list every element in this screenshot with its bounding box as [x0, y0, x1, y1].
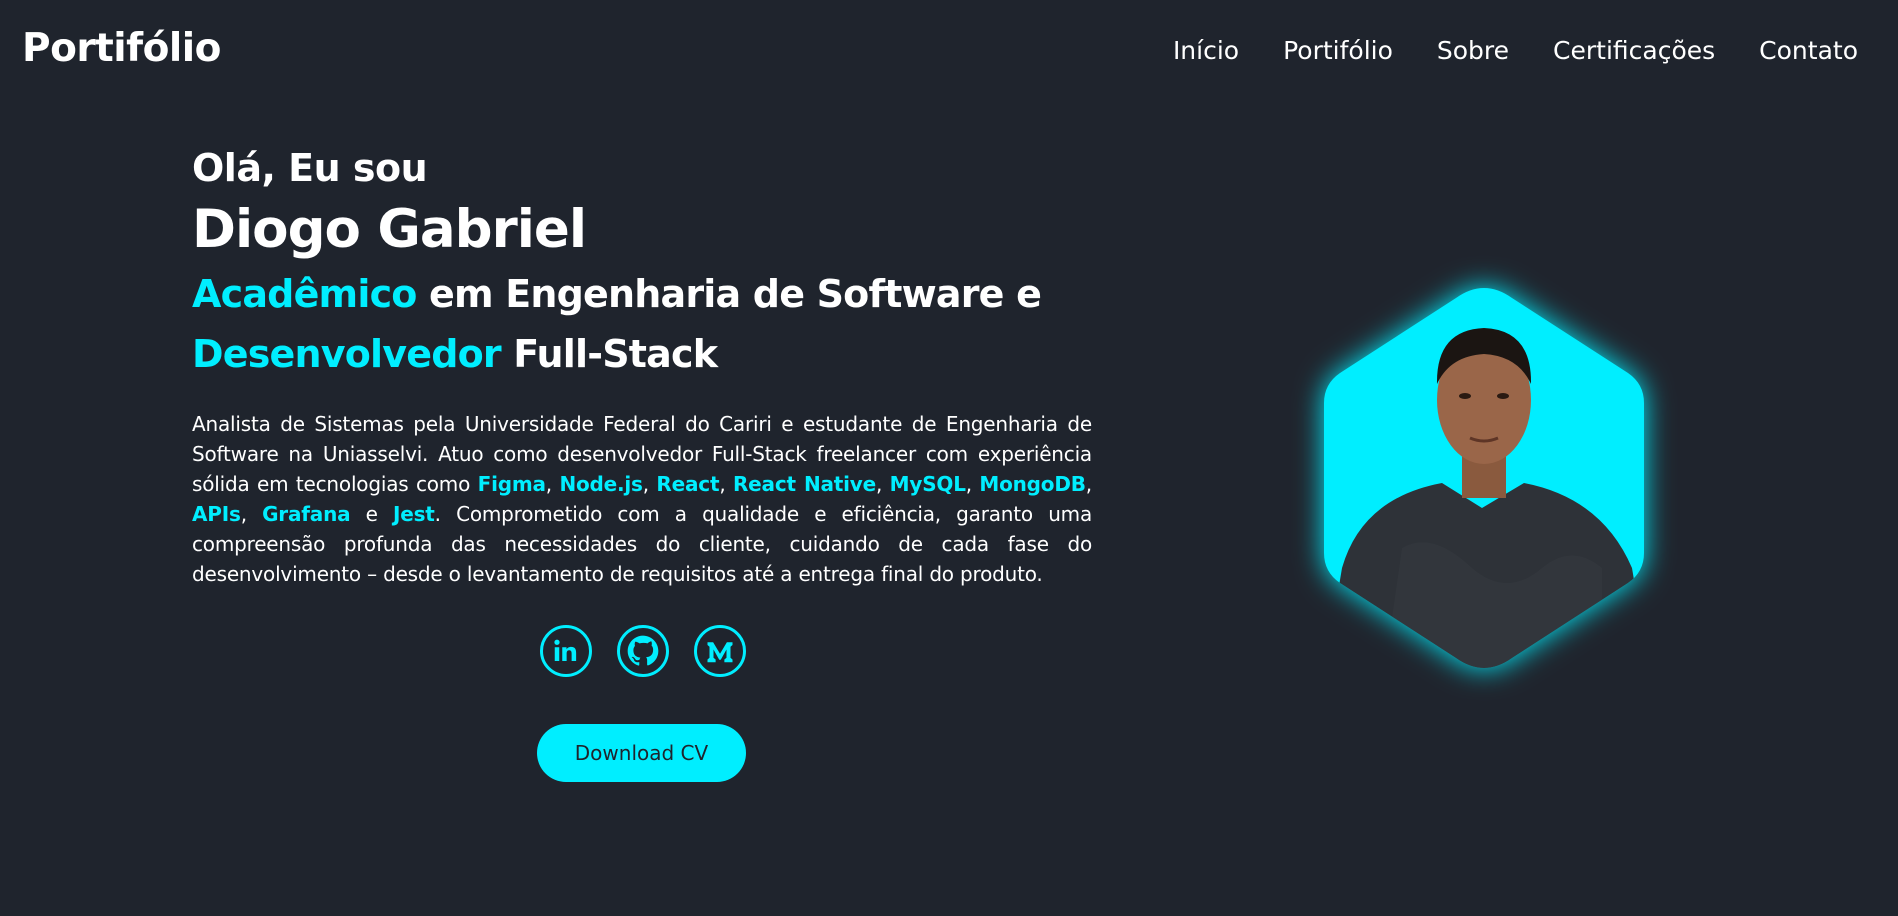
site-header: Portifólio Início Portifólio Sobre Certi…	[0, 0, 1898, 104]
separator: ,	[545, 472, 560, 496]
greeting: Olá, Eu sou	[192, 146, 428, 190]
separator-and: e	[350, 502, 393, 526]
nav-item-certificacoes[interactable]: Certificações	[1553, 36, 1715, 65]
separator: ,	[876, 472, 890, 496]
separator: ,	[719, 472, 733, 496]
linkedin-link[interactable]	[540, 625, 592, 677]
role-line-1: Acadêmico em Engenharia de Software e	[192, 264, 1092, 324]
tech-jest: Jest	[393, 502, 435, 526]
role-accent-1: Acadêmico	[192, 272, 417, 316]
tech-figma: Figma	[477, 472, 546, 496]
github-link[interactable]	[617, 625, 669, 677]
separator: ,	[642, 472, 657, 496]
medium-link[interactable]	[694, 625, 746, 677]
nav-item-sobre[interactable]: Sobre	[1437, 36, 1509, 65]
nav-item-contato[interactable]: Contato	[1759, 36, 1858, 65]
tech-react-native: React Native	[732, 472, 876, 496]
separator: ,	[240, 502, 263, 526]
profile-photo	[1324, 288, 1644, 668]
role-rest-1: em Engenharia de Software e	[416, 272, 1042, 316]
role-accent-2: Desenvolvedor	[192, 332, 502, 376]
github-icon	[627, 635, 659, 666]
tech-react: React	[656, 472, 720, 496]
person-name: Diogo Gabriel	[192, 199, 587, 260]
nav-item-portifolio[interactable]: Portifólio	[1283, 36, 1393, 65]
main-nav: Início Portifólio Sobre Certificações Co…	[1173, 36, 1858, 65]
linkedin-icon	[554, 639, 577, 661]
social-links	[540, 625, 746, 677]
role-line-2: Desenvolvedor Full-Stack	[192, 324, 1092, 384]
role-rest-2: Full-Stack	[500, 332, 718, 376]
tech-apis: APIs	[192, 502, 241, 526]
download-cv-button[interactable]: Download CV	[537, 724, 746, 782]
tech-grafana: Grafana	[262, 502, 351, 526]
profile-image	[1302, 268, 1666, 688]
separator: ,	[965, 472, 980, 496]
separator: ,	[1085, 472, 1092, 496]
tech-mysql: MySQL	[889, 472, 966, 496]
tech-mongodb: MongoDB	[979, 472, 1086, 496]
about-text: Analista de Sistemas pela Universidade F…	[192, 409, 1092, 589]
medium-icon	[707, 642, 733, 663]
tech-nodejs: Node.js	[559, 472, 643, 496]
nav-item-inicio[interactable]: Início	[1173, 36, 1239, 65]
logo[interactable]: Portifólio	[22, 26, 221, 71]
home-content: Olá, Eu sou Diogo Gabriel Acadêmico em E…	[192, 140, 1092, 609]
